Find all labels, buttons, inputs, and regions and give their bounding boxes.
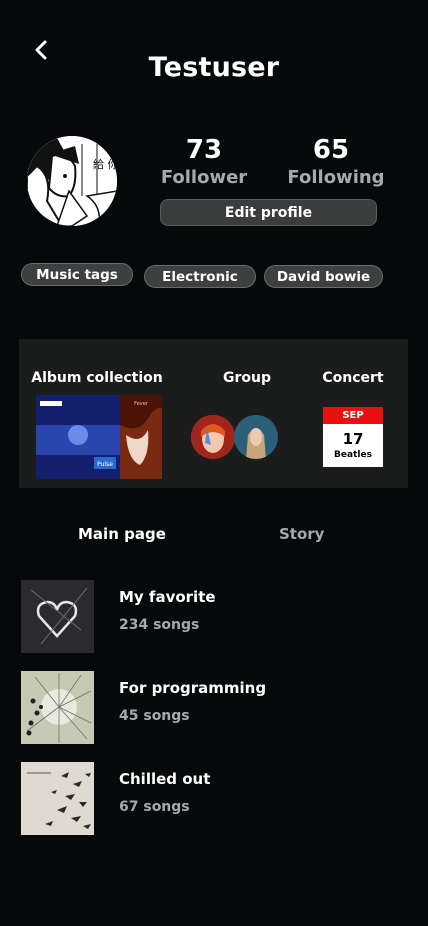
page-title: Testuser <box>148 52 280 83</box>
playlist-title-1[interactable]: My favorite <box>119 588 216 606</box>
avatar-text: 給 你 <box>93 157 117 171</box>
edit-profile-button[interactable]: Edit profile <box>160 199 377 226</box>
playlist-count-2: 45 songs <box>119 708 190 724</box>
calendar-event: Beatles <box>334 450 372 460</box>
playlist-count-1: 234 songs <box>119 617 200 633</box>
tag-electronic[interactable]: Electronic <box>144 265 256 288</box>
tab-main-page[interactable]: Main page <box>78 525 166 543</box>
group-label: Group <box>222 370 271 386</box>
playlist-title-2[interactable]: For programming <box>119 679 266 697</box>
avatar-illustration: 給 你 <box>27 136 117 226</box>
tab-story[interactable]: Story <box>279 525 324 543</box>
tag-music-tags[interactable]: Music tags <box>21 263 133 286</box>
follower-count: 73 <box>185 135 223 165</box>
playlist-count-3: 67 songs <box>119 799 190 815</box>
album-collection-label: Album collection <box>31 370 163 386</box>
avatar[interactable]: 給 你 <box>27 136 117 226</box>
playlist-title-3[interactable]: Chilled out <box>119 770 210 788</box>
album-cover-2[interactable]: Fever <box>120 395 162 479</box>
playlist-cover-3[interactable] <box>21 762 94 835</box>
tag-david-bowie[interactable]: David bowie <box>264 265 383 288</box>
group-avatar-2[interactable] <box>234 415 278 459</box>
album-cover-1[interactable]: Pulse <box>36 395 120 479</box>
following-label[interactable]: Following <box>280 167 392 188</box>
following-count: 65 <box>312 135 350 165</box>
concert-label: Concert <box>322 370 384 386</box>
group-avatar-bowie[interactable] <box>191 415 235 459</box>
playlist-cover-2[interactable] <box>21 671 94 744</box>
album1-text: Pulse <box>97 461 113 468</box>
follower-label[interactable]: Follower <box>150 167 258 188</box>
album2-text: Fever <box>134 401 149 407</box>
playlist-cover-1[interactable] <box>21 580 94 653</box>
calendar-day: 17 <box>342 430 364 448</box>
concert-calendar[interactable]: SEP 17 Beatles <box>323 407 383 467</box>
calendar-month: SEP <box>323 407 383 424</box>
